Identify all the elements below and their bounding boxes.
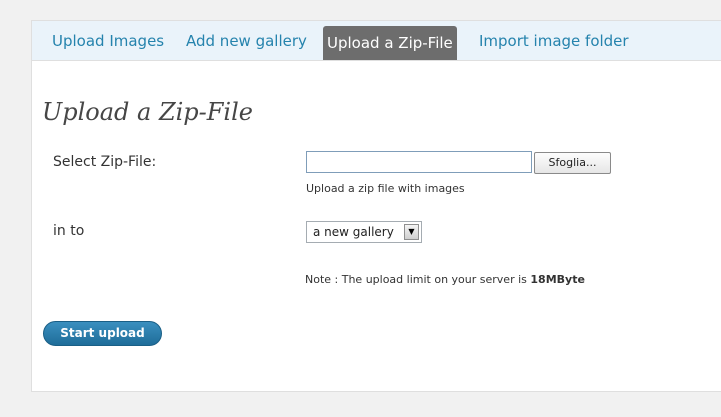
- note-text: Note : The upload limit on your server i…: [305, 273, 531, 286]
- start-upload-button[interactable]: Start upload: [43, 321, 162, 346]
- chevron-down-icon[interactable]: ▼: [404, 224, 419, 240]
- tab-add-new-gallery[interactable]: Add new gallery: [182, 26, 311, 56]
- upload-limit-value: 18MByte: [530, 273, 585, 286]
- page-title: Upload a Zip-File: [42, 98, 253, 126]
- tab-import-image-folder[interactable]: Import image folder: [475, 26, 633, 56]
- tab-upload-images[interactable]: Upload Images: [48, 26, 168, 56]
- tab-upload-zip-file[interactable]: Upload a Zip-File: [323, 26, 457, 60]
- into-label: in to: [53, 223, 85, 239]
- tab-bar: Upload Images Add new gallery Upload a Z…: [32, 21, 721, 61]
- zip-file-input[interactable]: [306, 151, 532, 173]
- upload-panel: Upload Images Add new gallery Upload a Z…: [31, 20, 721, 392]
- gallery-select[interactable]: a new gallery ▼: [306, 221, 422, 243]
- browse-button[interactable]: Sfoglia...: [534, 152, 611, 174]
- select-zip-label: Select Zip-File:: [53, 154, 157, 170]
- zip-hint: Upload a zip file with images: [306, 182, 465, 195]
- gallery-select-value: a new gallery: [313, 225, 394, 239]
- upload-limit-note: Note : The upload limit on your server i…: [305, 273, 585, 286]
